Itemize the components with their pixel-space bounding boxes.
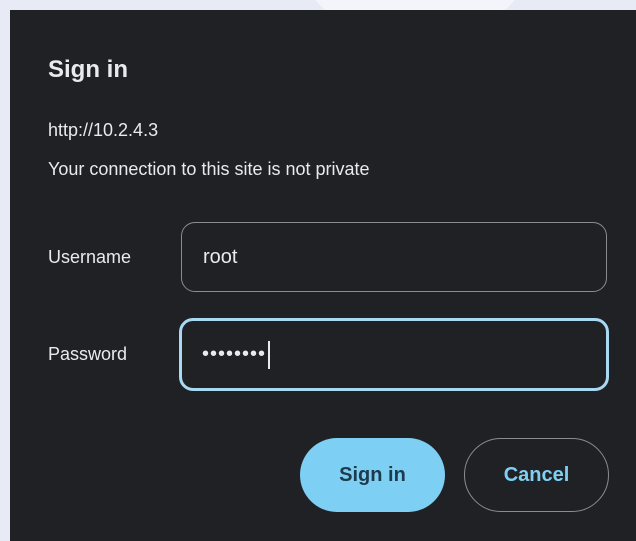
username-input[interactable]: root [181,222,607,292]
password-input[interactable]: •••••••• [179,318,609,391]
dialog-title: Sign in [48,56,128,83]
password-label: Password [48,344,128,364]
sign-in-dialog: Sign in http://10.2.4.3 Your connection … [10,10,636,541]
privacy-warning: Your connection to this site is not priv… [48,159,370,179]
username-label: Username [48,247,132,267]
cancel-button[interactable]: Cancel [464,438,609,512]
sign-in-button[interactable]: Sign in [300,438,445,512]
username-value: root [203,246,238,268]
site-origin: http://10.2.4.3 [48,120,159,140]
password-value: •••••••• [202,343,267,365]
text-caret [268,340,270,369]
